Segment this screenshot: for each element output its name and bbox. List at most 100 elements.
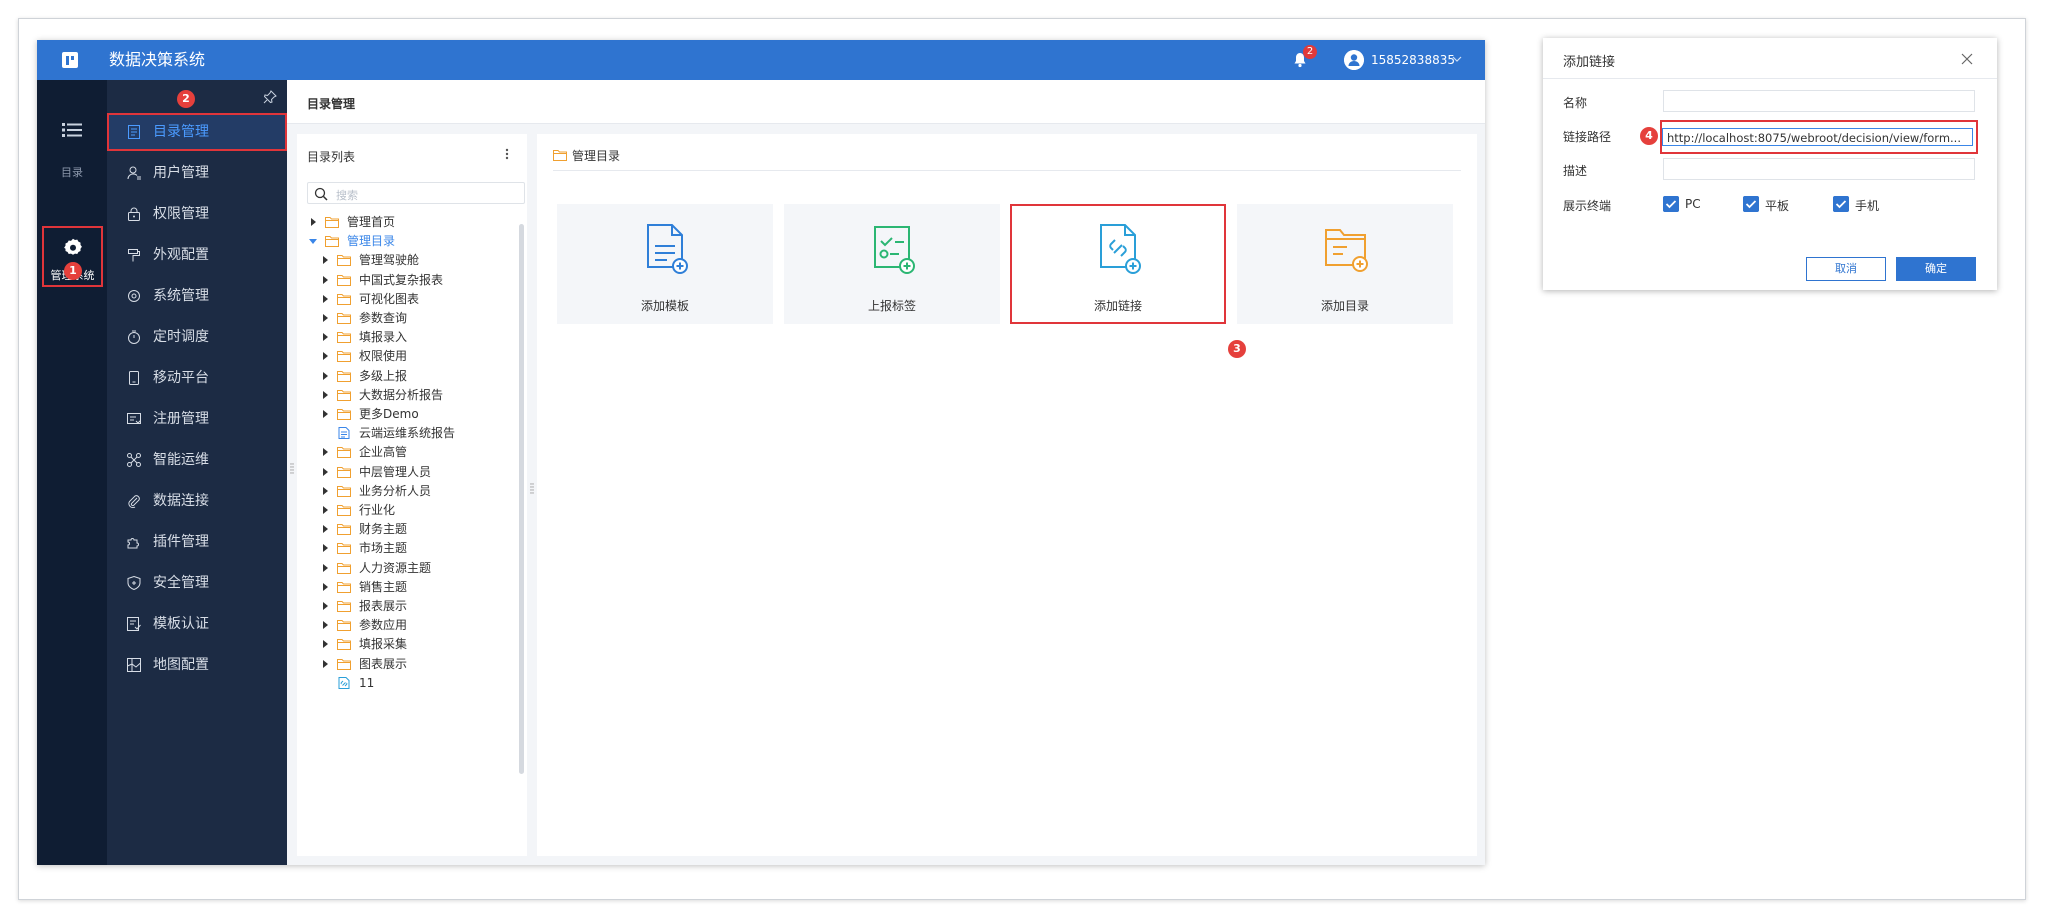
menu-item-data-connection[interactable]: 数据连接 (107, 482, 287, 520)
caret-right-icon[interactable] (309, 218, 317, 226)
caret-right-icon[interactable] (321, 352, 329, 361)
report-file-icon (338, 427, 350, 440)
menu-item-plugins[interactable]: 插件管理 (107, 523, 287, 561)
card-add-template[interactable]: 添加模板 (557, 204, 773, 324)
description-label: 描述 (1563, 164, 1588, 178)
add-link-dialog: 添加链接 名称 链接路径 4 http://localhost:8075/web… (1543, 38, 1997, 290)
caret-right-icon[interactable] (321, 294, 329, 303)
menu-item-map-config[interactable]: 地图配置 (107, 646, 287, 684)
tree-node-label: 大数据分析报告 (359, 387, 444, 402)
caret-right-icon[interactable] (321, 640, 329, 649)
resize-handle[interactable] (290, 461, 294, 475)
caret-right-icon[interactable] (321, 506, 329, 514)
caret-right-icon[interactable] (321, 582, 329, 591)
paperclip-icon (128, 495, 140, 508)
menu-item-users[interactable]: 用户管理 (107, 154, 287, 192)
menu-item-mobile[interactable]: 移动平台 (107, 359, 287, 397)
user-name[interactable]: 15852838835 (1371, 52, 1455, 68)
lock-icon (128, 207, 140, 221)
certificate-icon (127, 617, 141, 631)
description-field[interactable] (1663, 158, 1975, 180)
report-tag-icon (874, 226, 915, 274)
menu-label: 定时调度 (153, 329, 209, 345)
menu-label: 智能运维 (153, 452, 209, 468)
menu-label: 地图配置 (153, 657, 209, 673)
caret-right-icon[interactable] (321, 314, 329, 322)
menu-item-permissions[interactable]: 权限管理 (107, 195, 287, 233)
resize-handle[interactable] (530, 481, 534, 495)
list-doc-icon (128, 125, 140, 139)
caret-down-icon[interactable] (309, 237, 317, 245)
close-icon[interactable] (1961, 53, 1973, 65)
folder-icon (337, 293, 351, 305)
tree-node-label: 中国式复杂报表 (359, 272, 444, 287)
dialog-title: 添加链接 (1563, 55, 1616, 70)
card-add-link[interactable]: 添加链接 (1010, 204, 1226, 324)
menu-item-template-cert[interactable]: 模板认证 (107, 605, 287, 643)
step-marker-2: 2 (177, 90, 195, 108)
name-field[interactable] (1663, 90, 1975, 112)
menu-item-registration[interactable]: 注册管理 (107, 400, 287, 438)
menu-label: 用户管理 (153, 165, 209, 181)
chevron-down-icon[interactable] (1451, 53, 1463, 65)
menu-label: 数据连接 (153, 493, 209, 509)
tree-search-input[interactable]: 搜索 (307, 182, 525, 204)
menu-label: 目录管理 (153, 124, 209, 140)
puzzle-icon (127, 538, 139, 549)
pin-icon[interactable] (263, 90, 277, 104)
tree-title: 目录列表 (307, 150, 356, 164)
caret-right-icon[interactable] (321, 621, 329, 630)
add-template-icon (647, 224, 688, 274)
menu-item-appearance[interactable]: 外观配置 (107, 236, 287, 274)
stopwatch-icon (128, 330, 140, 344)
folder-icon (337, 581, 351, 593)
folder-icon (325, 236, 339, 248)
terminal-label: 展示终端 (1563, 199, 1612, 213)
caret-right-icon[interactable] (321, 467, 329, 476)
card-report-tag[interactable]: 上报标签 (784, 204, 1000, 324)
caret-right-icon[interactable] (321, 525, 329, 534)
caret-right-icon[interactable] (321, 371, 329, 380)
card-add-folder[interactable]: 添加目录 (1237, 204, 1453, 324)
rail-directory-label[interactable]: 目录 (37, 164, 107, 180)
folder-icon (337, 332, 351, 344)
caret-right-icon[interactable] (321, 486, 329, 495)
menu-label: 权限管理 (153, 206, 209, 222)
cancel-button[interactable]: 取消 (1806, 257, 1886, 281)
menu-item-security[interactable]: 安全管理 (107, 564, 287, 602)
tablet-icon (129, 371, 139, 385)
folder-icon (337, 466, 351, 478)
user-avatar-icon[interactable] (1344, 50, 1364, 70)
caret-right-icon[interactable] (321, 275, 329, 284)
menu-item-ops[interactable]: 智能运维 (107, 441, 287, 479)
caret-right-icon[interactable] (321, 448, 329, 457)
caret-right-icon[interactable] (321, 256, 329, 265)
caret-right-icon[interactable] (321, 390, 329, 399)
main-panel: 管理目录 添加模板 上报标签 添加链接 添加目录 3 (537, 134, 1477, 856)
directory-list-icon[interactable] (62, 122, 82, 138)
folder-icon (337, 313, 351, 324)
caret-right-icon[interactable] (321, 659, 329, 668)
caret-right-icon[interactable] (321, 410, 329, 418)
caret-right-icon[interactable] (321, 563, 329, 572)
card-label: 添加模板 (640, 299, 689, 313)
menu-label: 移动平台 (153, 370, 209, 386)
menu-item-system[interactable]: 系统管理 (107, 277, 287, 315)
caret-right-icon[interactable] (321, 333, 329, 342)
link-path-field[interactable]: http://localhost:8075/webroot/decision/v… (1660, 120, 1978, 154)
caret-right-icon[interactable] (321, 602, 329, 610)
name-label: 名称 (1563, 96, 1588, 110)
caret-right-icon[interactable] (321, 544, 329, 553)
card-label: 添加链接 (1093, 299, 1142, 313)
confirm-button[interactable]: 确定 (1896, 257, 1976, 281)
folder-icon (337, 639, 351, 651)
menu-item-scheduler[interactable]: 定时调度 (107, 318, 287, 356)
menu-item-directory[interactable]: 目录管理 (107, 113, 287, 151)
checkbox-label: 平板 (1765, 199, 1790, 213)
tree-node-label: 中层管理人员 (359, 464, 432, 479)
gear-icon (128, 290, 140, 302)
register-icon (127, 413, 141, 424)
tree-scrollbar[interactable] (519, 224, 524, 774)
tree-node-label: 11 (359, 675, 375, 690)
more-vertical-icon[interactable] (505, 147, 509, 161)
